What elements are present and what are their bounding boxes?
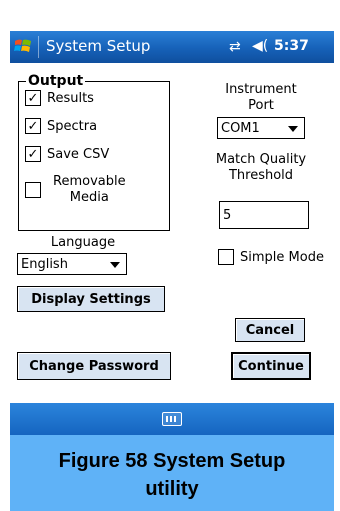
- simple-mode-label: Simple Mode: [240, 249, 324, 265]
- continue-button[interactable]: Continue: [231, 352, 311, 380]
- figure-caption-line1: Figure 58 System Setup: [58, 450, 286, 472]
- language-select[interactable]: English: [17, 253, 127, 275]
- output-legend: Output: [26, 73, 86, 89]
- taskbar: [10, 403, 334, 435]
- spectra-checkbox-row[interactable]: ✓ Spectra: [25, 118, 97, 134]
- dropdown-arrow-icon[interactable]: [110, 262, 120, 268]
- match-quality-label: Match Quality Threshold: [206, 152, 316, 184]
- display-settings-button[interactable]: Display Settings: [17, 286, 165, 312]
- volume-icon[interactable]: ◀(: [252, 38, 268, 54]
- removable-media-label-line2: Media: [69, 190, 109, 205]
- simple-mode-checkbox[interactable]: [218, 249, 234, 265]
- results-label: Results: [47, 90, 94, 106]
- connectivity-icon[interactable]: ⇄: [229, 39, 241, 55]
- results-checkbox[interactable]: ✓: [25, 90, 41, 106]
- figure-caption-line2: utility: [145, 478, 199, 500]
- instrument-port-label-line2: Port: [248, 98, 274, 113]
- match-quality-label-line1: Match Quality: [215, 152, 307, 167]
- save-csv-checkbox-row[interactable]: ✓ Save CSV: [25, 146, 109, 162]
- save-csv-label: Save CSV: [47, 146, 110, 162]
- instrument-port-value: COM1: [221, 120, 260, 136]
- dropdown-arrow-icon[interactable]: [288, 126, 298, 132]
- output-groupbox: ✓ Results ✓ Spectra ✓ Save CSV Removable…: [18, 81, 170, 231]
- title-bar: System Setup ⇄ ◀( 5:37: [10, 31, 334, 63]
- language-label: Language: [50, 235, 116, 250]
- language-value: English: [21, 256, 68, 272]
- window-title: System Setup: [46, 37, 151, 55]
- removable-media-checkbox[interactable]: [25, 182, 41, 198]
- cancel-button[interactable]: Cancel: [235, 318, 305, 342]
- simple-mode-checkbox-row[interactable]: Simple Mode: [218, 249, 324, 265]
- results-checkbox-row[interactable]: ✓ Results: [25, 90, 94, 106]
- setup-form: ✓ Results ✓ Spectra ✓ Save CSV Removable…: [10, 63, 334, 403]
- figure-caption-box: Figure 58 System Setup utility: [10, 435, 334, 511]
- removable-media-label-line1: Removable: [53, 174, 126, 189]
- save-csv-checkbox[interactable]: ✓: [25, 146, 41, 162]
- keyboard-icon[interactable]: [162, 412, 182, 426]
- removable-media-checkbox-row[interactable]: Removable Media: [25, 174, 126, 206]
- windows-start-icon[interactable]: [14, 37, 32, 55]
- change-password-button[interactable]: Change Password: [17, 352, 171, 380]
- spectra-label: Spectra: [47, 118, 98, 134]
- instrument-port-select[interactable]: COM1: [217, 117, 305, 139]
- instrument-port-label-line1: Instrument: [225, 82, 297, 97]
- match-quality-input[interactable]: 5: [219, 201, 309, 229]
- device-screen: System Setup ⇄ ◀( 5:37 ✓ Results ✓ Spect…: [0, 0, 340, 511]
- instrument-port-label: Instrument Port: [206, 82, 316, 114]
- match-quality-label-line2: Threshold: [228, 168, 294, 183]
- clock-time[interactable]: 5:37: [274, 38, 309, 54]
- figure-caption: Figure 58 System Setup utility: [10, 447, 334, 503]
- title-separator: [38, 36, 39, 58]
- removable-media-label: Removable Media: [53, 174, 126, 206]
- spectra-checkbox[interactable]: ✓: [25, 118, 41, 134]
